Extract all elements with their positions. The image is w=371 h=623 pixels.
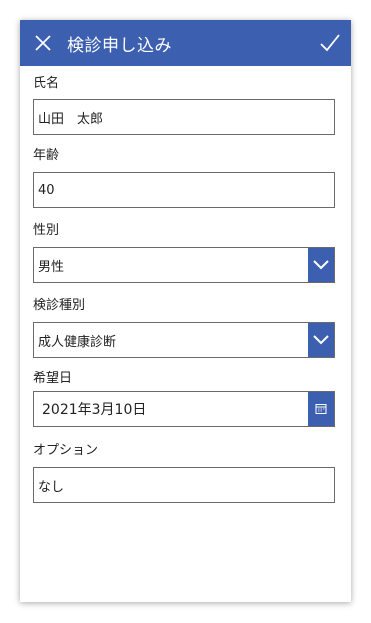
submit-button[interactable] [319,32,341,54]
options-value: なし [38,479,65,495]
name-input[interactable]: 山田 太郎 [33,99,335,135]
desired-date-value: 2021年3月10日 [42,402,147,418]
desired-date-label: 希望日 [33,371,73,386]
close-icon [35,35,51,51]
age-label: 年齢 [33,148,60,163]
name-label: 氏名 [33,76,60,91]
calendar-button[interactable] [308,392,334,426]
date-picker[interactable]: 2021年3月10日 [33,391,335,427]
app-window: 検診申し込み 氏名 山田 太郎 年齢 40 性別 男性 検診種別 成人健康診断 … [20,20,351,602]
header-bar: 検診申し込み [20,20,351,66]
chevron-down-icon [313,335,329,345]
close-button[interactable] [33,33,53,53]
page-title: 検診申し込み [67,35,172,56]
checkmark-icon [320,34,340,52]
exam-type-label: 検診種別 [33,298,86,313]
exam-type-value: 成人健康診断 [38,334,117,350]
chevron-down-icon [313,260,329,270]
age-value: 40 [38,182,55,198]
gender-dropdown[interactable]: 男性 [33,247,335,283]
name-value: 山田 太郎 [38,111,104,127]
exam-type-dropdown-button[interactable] [308,323,334,357]
gender-value: 男性 [38,259,65,275]
age-input[interactable]: 40 [33,172,335,208]
calendar-icon [315,404,327,414]
options-label: オプション [33,443,99,458]
gender-dropdown-button[interactable] [308,248,334,282]
exam-type-dropdown[interactable]: 成人健康診断 [33,322,335,358]
options-input[interactable]: なし [33,467,335,503]
form: 氏名 山田 太郎 年齢 40 性別 男性 検診種別 成人健康診断 希望日 202… [20,75,351,503]
gender-label: 性別 [33,223,60,238]
